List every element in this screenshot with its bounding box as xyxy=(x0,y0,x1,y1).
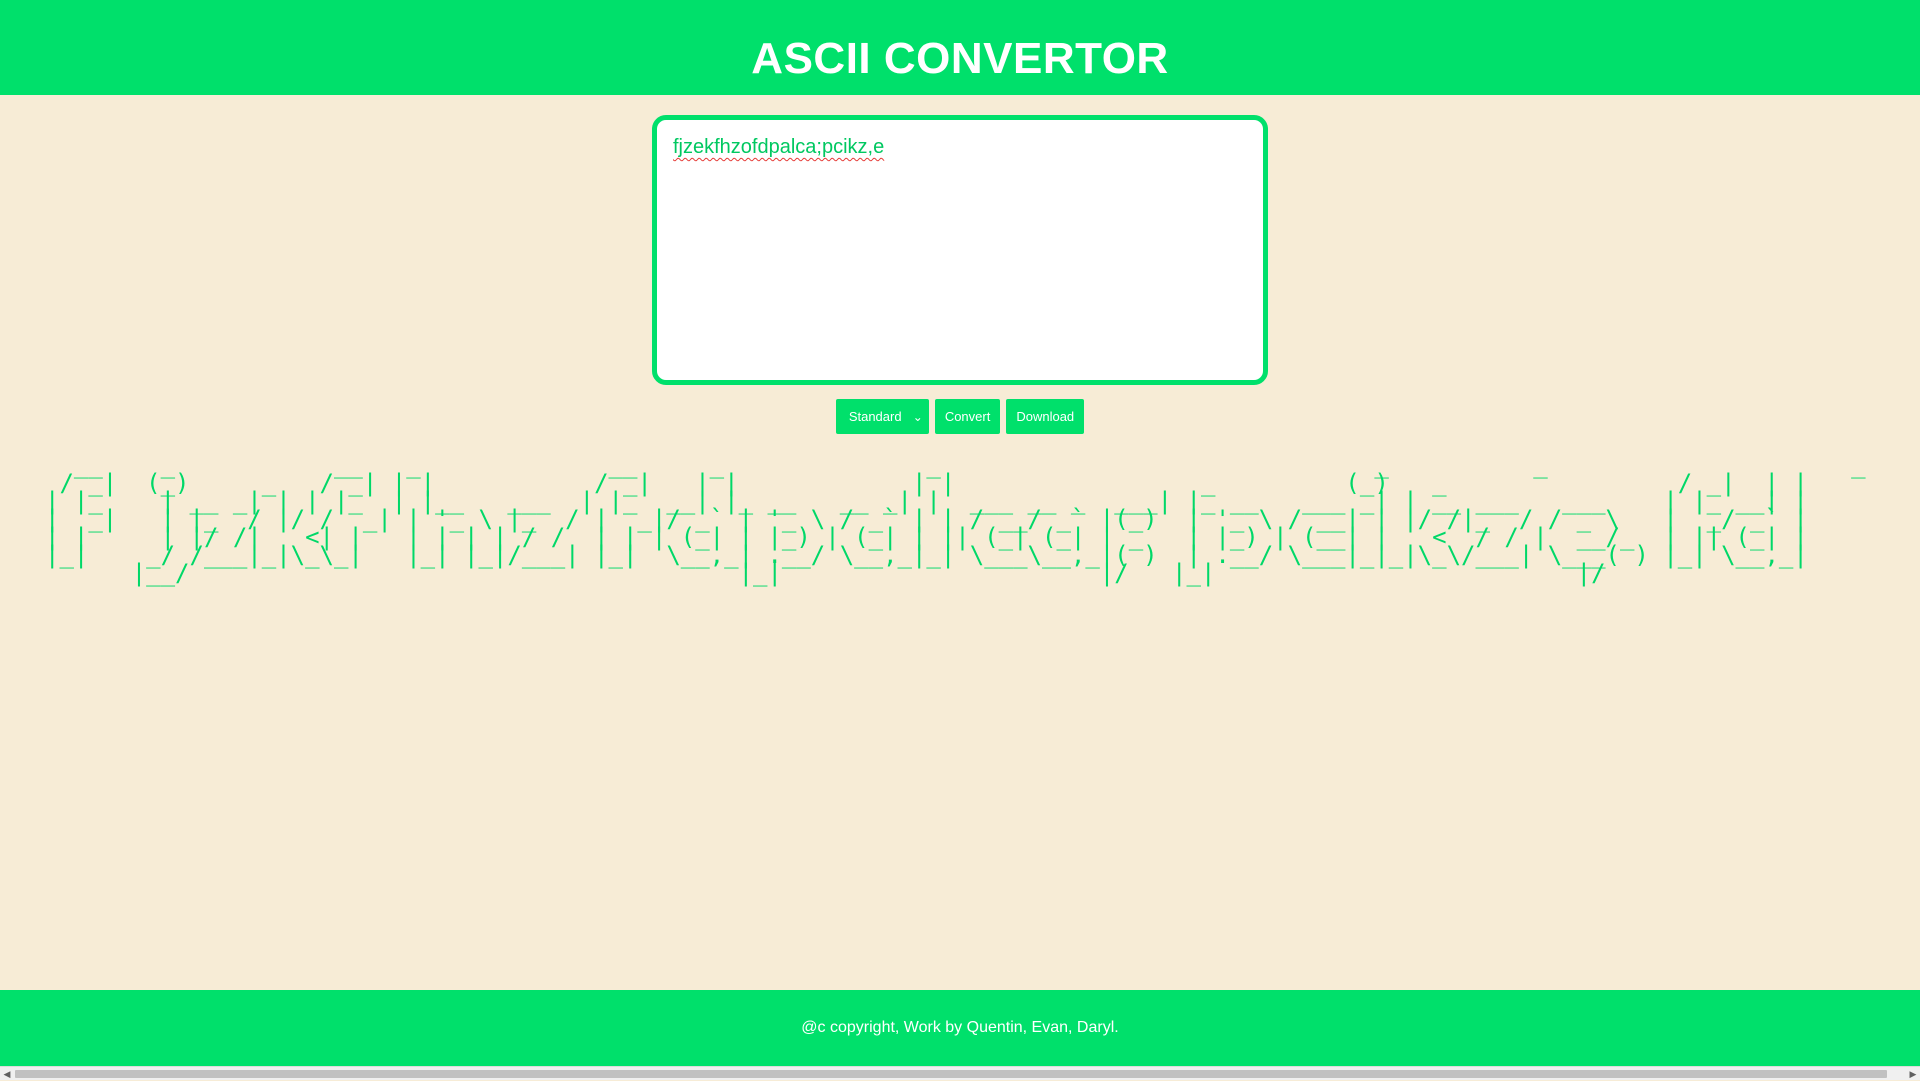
download-button[interactable]: Download xyxy=(1006,399,1085,434)
app-header: ASCII CONVERTOR xyxy=(0,0,1920,95)
scrollbar-thumb[interactable] xyxy=(15,1070,1887,1078)
text-input[interactable]: fjzekfhzofdpalca;pcikz,e xyxy=(657,120,1263,380)
horizontal-scrollbar[interactable]: ◀ ▶ xyxy=(0,1066,1920,1080)
controls-bar: Standard ⌄ Convert Download xyxy=(0,399,1920,434)
font-select[interactable]: Standard ⌄ xyxy=(835,399,929,434)
font-select-value: Standard xyxy=(848,409,902,424)
scroll-left-icon[interactable]: ◀ xyxy=(0,1067,14,1081)
text-input-container: fjzekfhzofdpalca;pcikz,e xyxy=(652,115,1268,385)
text-input-value: fjzekfhzofdpalca;pcikz,e xyxy=(673,136,885,158)
ascii-output: __ _ __ _ __ _ _ _ _ _ _ / _| (_) _ / _|… xyxy=(45,451,1866,587)
page-title: ASCII CONVERTOR xyxy=(751,33,1169,83)
copyright-text: @c copyright, Work by Quentin, Evan, Dar… xyxy=(801,1019,1119,1036)
convert-button[interactable]: Convert xyxy=(934,399,1001,434)
scroll-right-icon[interactable]: ▶ xyxy=(1906,1067,1920,1081)
chevron-down-icon: ⌄ xyxy=(912,409,923,424)
app-footer: @c copyright, Work by Quentin, Evan, Dar… xyxy=(0,990,1920,1066)
